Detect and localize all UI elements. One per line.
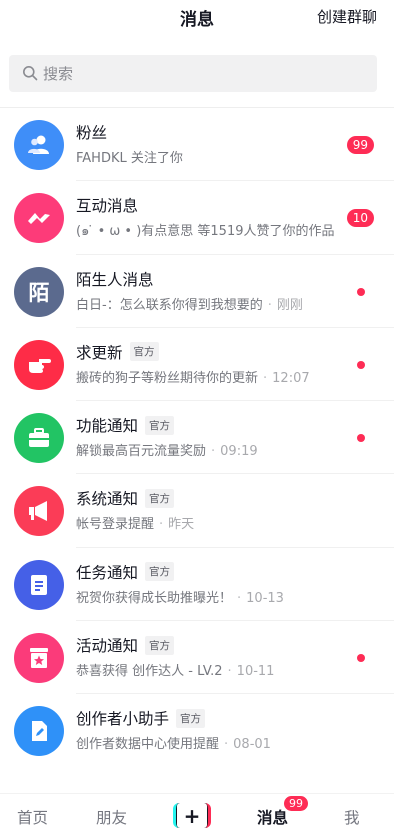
list-item-system-notice[interactable]: 系统通知 官方 帐号登录提醒 · 昨天 (0, 474, 394, 548)
megaphone-icon (29, 501, 47, 522)
official-tag: 官方 (145, 415, 175, 435)
row-title: 陌生人消息 (76, 270, 154, 289)
row-subtitle: 创作者数据中心使用提醒 · 08-01 (76, 737, 271, 753)
wave-icon (28, 213, 50, 225)
timestamp: 12:07 (272, 370, 310, 386)
plus-icon: + (177, 803, 207, 828)
timestamp: 08-01 (233, 737, 271, 753)
search-bar[interactable] (9, 55, 377, 92)
interactions-avatar (14, 193, 64, 244)
task-notice-avatar (14, 559, 64, 610)
users-icon (28, 135, 49, 154)
row-subtitle: FAHDKL 关注了你 (76, 151, 183, 166)
document-icon (31, 574, 47, 595)
list-item-stranger-messages[interactable]: 陌 陌生人消息 白日-：怎么联系你得到我想要的 · 刚刚 (0, 255, 394, 328)
message-list: 粉丝 FAHDKL 关注了你 99 互动消息 (๑ ̇ • ω • )有点意思 … (0, 108, 394, 768)
timestamp: 09:19 (220, 444, 258, 460)
official-tag: 官方 (176, 708, 206, 728)
search-icon (23, 66, 38, 81)
official-tag: 官方 (129, 342, 159, 362)
row-title: 创作者小助手 (76, 710, 170, 729)
list-item-fans[interactable]: 粉丝 FAHDKL 关注了你 99 (0, 108, 394, 182)
timestamp: 10-11 (236, 664, 275, 680)
row-title: 功能通知 (76, 417, 139, 436)
row-subtitle: 恭喜获得 创作达人 - LV.2 · 10-11 (76, 664, 275, 680)
activity-notice-avatar (14, 633, 64, 684)
stranger-avatar: 陌 (14, 266, 64, 317)
list-item-activity-notice[interactable]: 活动通知 官方 恭喜获得 创作达人 - LV.2 · 10-11 (0, 621, 394, 695)
unread-dot (357, 654, 365, 663)
bottom-tab-bar: 首页 朋友 + 消息 99 我 (0, 793, 394, 834)
fans-avatar (14, 120, 64, 170)
row-subtitle: (๑ ̇ • ω • )有点意思 等1519人赞了你的作品 (76, 224, 335, 240)
row-subtitle: 白日-：怎么联系你得到我想要的 · 刚刚 (76, 297, 303, 313)
row-title: 粉丝 (76, 124, 108, 142)
briefcase-icon (29, 428, 49, 448)
row-title: 任务通知 (76, 563, 139, 582)
row-title: 系统通知 (76, 490, 139, 509)
feature-notice-avatar (14, 413, 64, 464)
system-notice-avatar (14, 486, 64, 537)
timestamp: 10-13 (246, 590, 284, 606)
row-subtitle: 搬砖的狗子等粉丝期待你的更新 · 12:07 (76, 370, 310, 386)
timestamp: 昨天 (168, 517, 195, 533)
row-subtitle: 祝贺你获得成长助推曝光！ · 10-13 (76, 590, 284, 606)
row-title: 活动通知 (76, 637, 139, 656)
row-title: 求更新 (76, 343, 123, 362)
list-item-update-request[interactable]: 求更新 官方 搬砖的狗子等粉丝期待你的更新 · 12:07 (0, 328, 394, 402)
list-item-creator-assistant[interactable]: 创作者小助手 官方 创作者数据中心使用提醒 · 08-01 (0, 694, 394, 767)
pointing-hand-icon (29, 358, 51, 373)
messages-badge: 99 (284, 796, 308, 811)
list-item-feature-notice[interactable]: 功能通知 官方 解锁最高百元流量奖励 · 09:19 (0, 401, 394, 475)
row-subtitle: 解锁最高百元流量奖励 · 09:19 (76, 444, 258, 460)
create-group-chat-button[interactable]: 创建群聊 (317, 6, 377, 27)
top-bar: 消息 创建群聊 (0, 0, 394, 32)
unread-dot (357, 360, 365, 369)
unread-dot (357, 287, 365, 296)
list-item-task-notice[interactable]: 任务通知 官方 祝贺你获得成长助推曝光！ · 10-13 (0, 548, 394, 622)
unread-badge: 99 (346, 136, 374, 154)
edit-file-icon (32, 721, 47, 742)
tab-me[interactable]: 我 (344, 806, 360, 828)
official-tag: 官方 (145, 488, 175, 508)
create-post-button[interactable]: + (173, 803, 211, 828)
tab-home[interactable]: 首页 (17, 806, 48, 828)
creator-assistant-avatar (14, 706, 64, 757)
list-item-interactions[interactable]: 互动消息 (๑ ̇ • ω • )有点意思 等1519人赞了你的作品 10 (0, 181, 394, 255)
official-tag: 官方 (145, 635, 175, 655)
official-tag: 官方 (145, 562, 175, 582)
tab-messages[interactable]: 消息 (257, 806, 288, 828)
search-input[interactable] (43, 55, 363, 92)
unread-dot (357, 434, 365, 443)
row-subtitle: 帐号登录提醒 · 昨天 (76, 517, 195, 533)
timestamp: 刚刚 (276, 297, 303, 313)
star-box-icon (30, 648, 48, 669)
unread-badge: 10 (346, 209, 374, 228)
update-request-avatar (14, 339, 64, 390)
row-title: 互动消息 (76, 197, 139, 216)
tab-friends[interactable]: 朋友 (96, 806, 127, 828)
